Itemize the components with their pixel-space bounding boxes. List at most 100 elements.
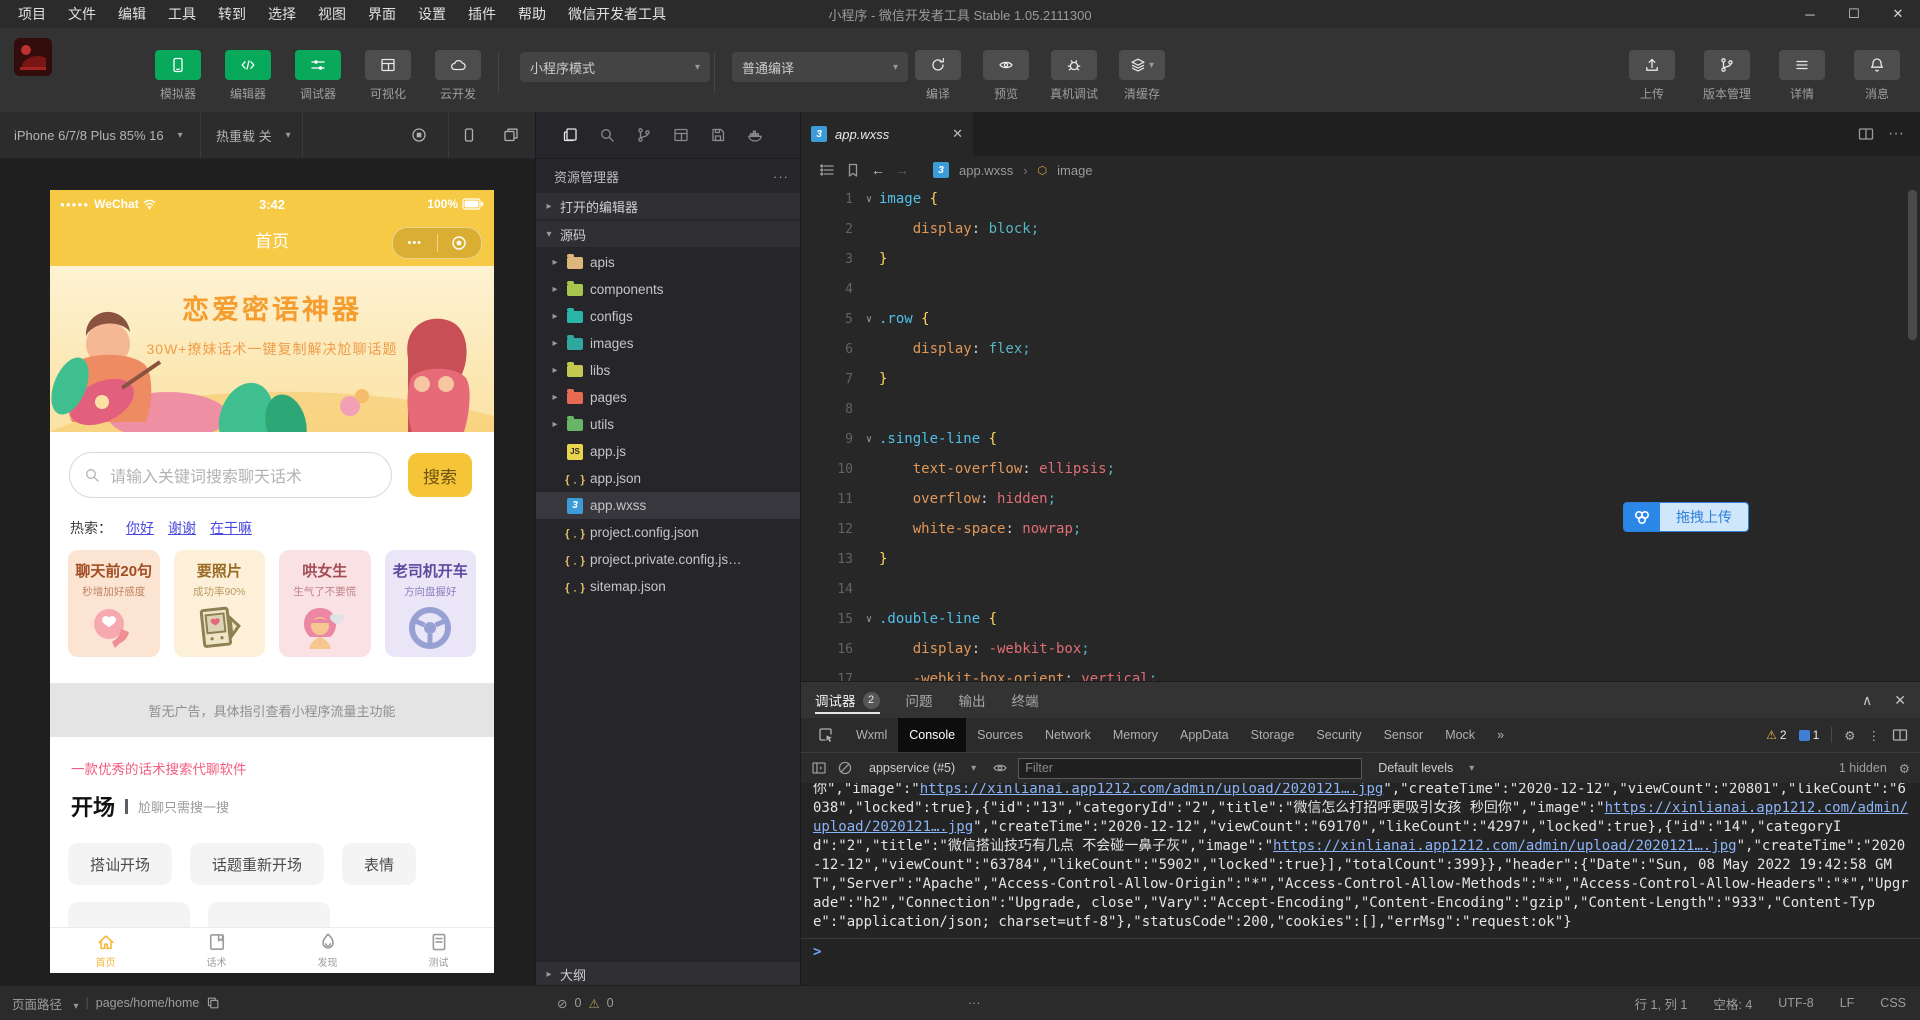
clear-cache-button[interactable]: ▾ 清缓存 (1112, 50, 1172, 102)
close-panel-icon[interactable]: ✕ (1894, 692, 1906, 709)
mode-select[interactable]: 小程序模式 ▾ (520, 52, 710, 82)
message-count-badge[interactable]: 1 (1798, 728, 1819, 742)
refresh-icon[interactable] (362, 124, 384, 146)
phone-tab-test[interactable]: 测试 (383, 928, 494, 973)
menu-item-9[interactable]: 插件 (458, 0, 506, 28)
menu-item-11[interactable]: 微信开发者工具 (558, 0, 676, 28)
file-pages[interactable]: ▸ pages (536, 384, 801, 411)
console-link[interactable]: https://xinlianai.app1212.com/admin/uplo… (920, 783, 1384, 797)
code-line-1[interactable]: 1 ∨ image { (801, 184, 1920, 214)
clear-console-icon[interactable] (837, 760, 853, 776)
menu-item-3[interactable]: 工具 (158, 0, 206, 28)
cursor-position[interactable]: 行 1, 列 1 (1635, 994, 1688, 1013)
menu-item-8[interactable]: 设置 (408, 0, 456, 28)
more-menu-button[interactable]: ••• (393, 228, 437, 258)
menu-item-5[interactable]: 选择 (258, 0, 306, 28)
debugger-button[interactable]: 调试器 (288, 50, 348, 102)
code-line-3[interactable]: 3} (801, 244, 1920, 274)
device-select[interactable]: iPhone 6/7/8 Plus 85% 16 ▾ (14, 112, 183, 158)
menu-item-10[interactable]: 帮助 (508, 0, 556, 28)
fold-chevron-icon[interactable]: ∨ (859, 314, 879, 325)
quick-button-1[interactable]: 话题重新开场 (190, 843, 325, 885)
file-libs[interactable]: ▸ libs (536, 357, 801, 384)
editor-button[interactable]: 编辑器 (218, 50, 278, 102)
grid-icon[interactable] (673, 127, 689, 143)
forward-arrow-icon[interactable]: → (895, 162, 909, 178)
quick-button-partial[interactable] (208, 902, 330, 928)
live-expression-icon[interactable] (992, 760, 1008, 776)
remote-debug-button[interactable]: 真机调试 (1044, 50, 1104, 102)
warning-count-badge[interactable]: ⚠ 2 (1766, 728, 1786, 742)
menu-item-1[interactable]: 文件 (58, 0, 106, 28)
category-card-2[interactable]: 哄女生 生气了不要慌 (279, 550, 371, 657)
menu-item-7[interactable]: 界面 (358, 0, 406, 28)
menu-item-2[interactable]: 编辑 (108, 0, 156, 28)
code-line-5[interactable]: 5 ∨ .row { (801, 304, 1920, 334)
file-app.wxss[interactable]: 3 app.wxss (536, 492, 801, 519)
maximize-button[interactable]: ☐ (1832, 0, 1876, 28)
compile-button[interactable]: 编译 (908, 50, 968, 102)
console-filter-input[interactable] (1018, 757, 1363, 779)
source-section[interactable]: ▾ 源码 (536, 221, 801, 247)
code-line-7[interactable]: 7} (801, 364, 1920, 394)
hot-link-0[interactable]: 你好 (126, 518, 154, 538)
quick-button-0[interactable]: 搭讪开场 (68, 843, 173, 885)
file-apis[interactable]: ▸ apis (536, 249, 801, 276)
devtools-tab-console[interactable]: Console (898, 718, 967, 752)
devtools-settings-icon[interactable]: ⚙ (1844, 728, 1855, 743)
file-project.config.json[interactable]: {﹒} project.config.json (536, 519, 801, 546)
outline-section[interactable]: ▸ 大纲 (536, 962, 801, 986)
messages-button[interactable]: 消息 (1845, 50, 1909, 102)
devtools-tab-sensor[interactable]: Sensor (1373, 718, 1435, 752)
code-line-14[interactable]: 14 (801, 574, 1920, 604)
file-sitemap.json[interactable]: {﹒} sitemap.json (536, 573, 801, 600)
fold-chevron-icon[interactable]: ∨ (859, 434, 879, 445)
indent-setting[interactable]: 空格: 4 (1713, 994, 1752, 1013)
split-editor-icon[interactable] (1858, 126, 1874, 142)
hot-link-1[interactable]: 谢谢 (168, 518, 196, 538)
console-settings-icon[interactable]: ⚙ (1899, 761, 1910, 776)
outline-list-icon[interactable] (819, 162, 835, 178)
more-actions-icon[interactable]: ··· (773, 169, 789, 184)
debugger-tab-problems[interactable]: 问题 (906, 682, 933, 718)
code-line-4[interactable]: 4 (801, 274, 1920, 304)
cloud-dev-button[interactable]: 云开发 (428, 50, 488, 102)
hot-reload-toggle[interactable]: 热重载 关 ▾ (216, 112, 291, 158)
more-actions-icon[interactable]: ··· (1888, 125, 1904, 143)
banner-carousel[interactable]: 恋爱密语神器 30W+撩妹话术一键复制解决尬聊话题 (50, 266, 494, 432)
files-icon[interactable] (562, 127, 578, 143)
search-input[interactable]: 请输入关键词搜索聊天话术 (69, 452, 392, 498)
compile-mode-select[interactable]: 普通编译 ▾ (732, 52, 908, 82)
code-line-15[interactable]: 15 ∨ .double-line { (801, 604, 1920, 634)
code-line-13[interactable]: 13} (801, 544, 1920, 574)
code-line-17[interactable]: 17 -webkit-box-orient: vertical; (801, 664, 1920, 682)
drag-upload-button[interactable]: 拖拽上传 (1623, 502, 1749, 532)
language-mode[interactable]: CSS (1880, 996, 1906, 1010)
docker-icon[interactable] (747, 127, 763, 143)
quick-button-partial[interactable] (68, 902, 190, 928)
menu-item-6[interactable]: 视图 (308, 0, 356, 28)
more-actions-icon[interactable]: ··· (968, 986, 981, 1020)
devtools-overflow-icon[interactable]: » (1486, 718, 1515, 752)
search-icon[interactable] (599, 127, 615, 143)
devtools-tab-mock[interactable]: Mock (1434, 718, 1486, 752)
file-configs[interactable]: ▸ configs (536, 303, 801, 330)
devtools-tab-security[interactable]: Security (1305, 718, 1372, 752)
sidebar-toggle-icon[interactable] (811, 760, 827, 776)
code-line-2[interactable]: 2 display: block; (801, 214, 1920, 244)
hot-link-2[interactable]: 在干嘛 (210, 518, 252, 538)
code-editor[interactable]: 1 ∨ image {2 display: block; 3} 4 5 ∨ .row {6 d… (801, 184, 1920, 682)
phone-tab-home[interactable]: 首页 (50, 928, 161, 973)
debugger-tab-debugger[interactable]: 调试器 2 (815, 682, 880, 718)
devtools-tab-wxml[interactable]: Wxml (845, 718, 898, 752)
execution-context-select[interactable]: appservice (#5) ▾ (863, 759, 982, 777)
problems-indicator[interactable]: ⊘ 0 ⚠ 0 (557, 986, 614, 1020)
console-prompt[interactable]: > (801, 939, 1920, 965)
bookmark-icon[interactable] (845, 162, 861, 178)
breadcrumb-symbol[interactable]: image (1057, 163, 1092, 178)
fold-chevron-icon[interactable]: ∨ (859, 194, 879, 205)
console-link[interactable]: https://xinlianai.app1212.com/admin/uplo… (1273, 838, 1737, 854)
search-button[interactable]: 搜索 (408, 453, 472, 497)
log-levels-select[interactable]: Default levels ▾ (1372, 759, 1480, 777)
back-arrow-icon[interactable]: ← (871, 162, 885, 178)
